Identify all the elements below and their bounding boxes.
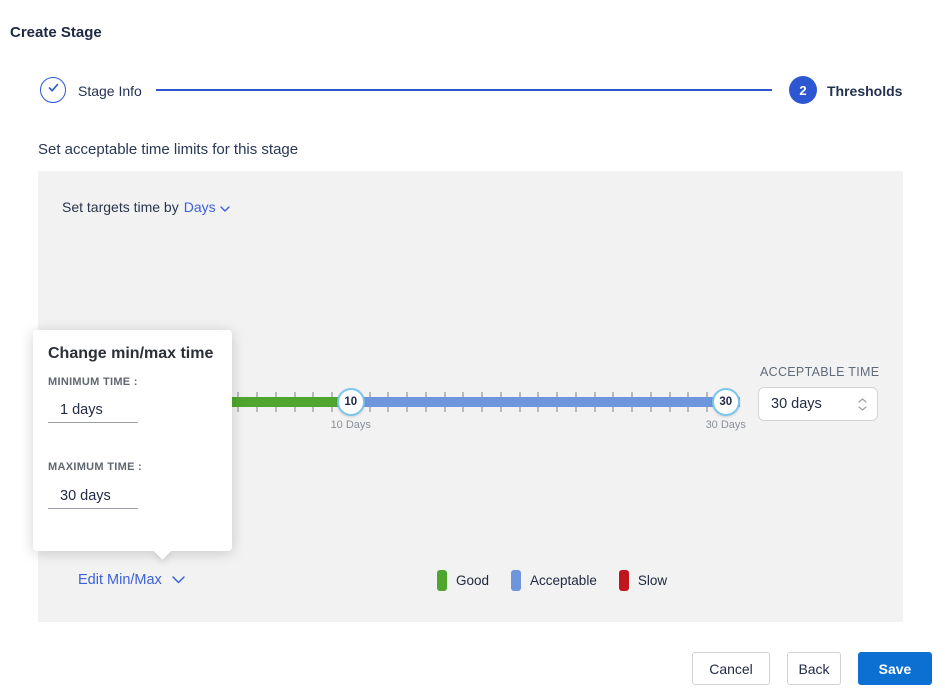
slider-handle-max[interactable]: 30: [712, 388, 740, 416]
legend: Good Acceptable Slow: [437, 570, 667, 591]
minimum-time-underline: [48, 422, 138, 423]
legend-item-good: Good: [437, 570, 489, 591]
edit-minmax-button[interactable]: Edit Min/Max: [78, 572, 185, 588]
save-button[interactable]: Save: [858, 652, 932, 685]
popover-title: Change min/max time: [48, 345, 213, 363]
target-unit-dropdown[interactable]: Days: [184, 199, 230, 215]
acceptable-time-label: ACCEPTABLE TIME: [760, 365, 879, 379]
legend-item-acceptable: Acceptable: [511, 570, 597, 591]
footer-actions: Cancel Back Save: [692, 652, 932, 685]
stepper-connector-line: [156, 89, 772, 91]
acceptable-time-input[interactable]: 30 days: [758, 387, 878, 421]
target-time-row: Set targets time by Days: [62, 199, 230, 215]
acceptable-time-stepper[interactable]: [858, 398, 867, 411]
step-thresholds-number: 2: [799, 83, 806, 98]
legend-item-slow: Slow: [619, 570, 667, 591]
chevron-down-icon[interactable]: [858, 406, 867, 411]
legend-swatch-acceptable: [511, 570, 521, 591]
create-stage-screen: Create Stage Stage Info 2 Thresholds Set…: [0, 0, 945, 697]
change-minmax-popover: Change min/max time MINIMUM TIME : MAXIM…: [33, 330, 232, 551]
step-stage-info-indicator[interactable]: [40, 77, 66, 103]
chevron-down-icon: [172, 572, 185, 588]
target-time-prefix: Set targets time by: [62, 199, 179, 215]
back-button[interactable]: Back: [787, 652, 841, 685]
target-unit-value: Days: [184, 199, 216, 215]
legend-swatch-slow: [619, 570, 629, 591]
acceptable-time-value: 30 days: [771, 396, 858, 412]
page-title: Create Stage: [10, 24, 102, 41]
chevron-up-icon[interactable]: [858, 398, 867, 403]
minimum-time-field[interactable]: [48, 398, 140, 422]
check-icon: [47, 81, 60, 99]
slider-max-label: 30 Days: [686, 419, 766, 431]
legend-label-acceptable: Acceptable: [530, 573, 597, 588]
maximum-time-label: MAXIMUM TIME :: [48, 461, 142, 473]
step-thresholds-label: Thresholds: [827, 83, 902, 99]
step-stage-info-label[interactable]: Stage Info: [78, 83, 142, 99]
maximum-time-underline: [48, 508, 138, 509]
maximum-time-field[interactable]: [48, 484, 140, 508]
slider-min-label: 10 Days: [311, 419, 391, 431]
slider-track-acceptable: [351, 397, 740, 407]
legend-label-good: Good: [456, 573, 489, 588]
slider-handle-min[interactable]: 10: [337, 388, 365, 416]
slider-handle-max-value: 30: [719, 396, 732, 408]
section-subtitle: Set acceptable time limits for this stag…: [38, 141, 298, 158]
edit-minmax-label: Edit Min/Max: [78, 572, 162, 588]
legend-swatch-good: [437, 570, 447, 591]
slider-handle-min-value: 10: [344, 396, 357, 408]
cancel-button[interactable]: Cancel: [692, 652, 770, 685]
legend-label-slow: Slow: [638, 573, 667, 588]
minimum-time-label: MINIMUM TIME :: [48, 376, 138, 388]
step-thresholds-indicator[interactable]: 2: [789, 76, 817, 104]
chevron-down-icon: [220, 199, 230, 215]
